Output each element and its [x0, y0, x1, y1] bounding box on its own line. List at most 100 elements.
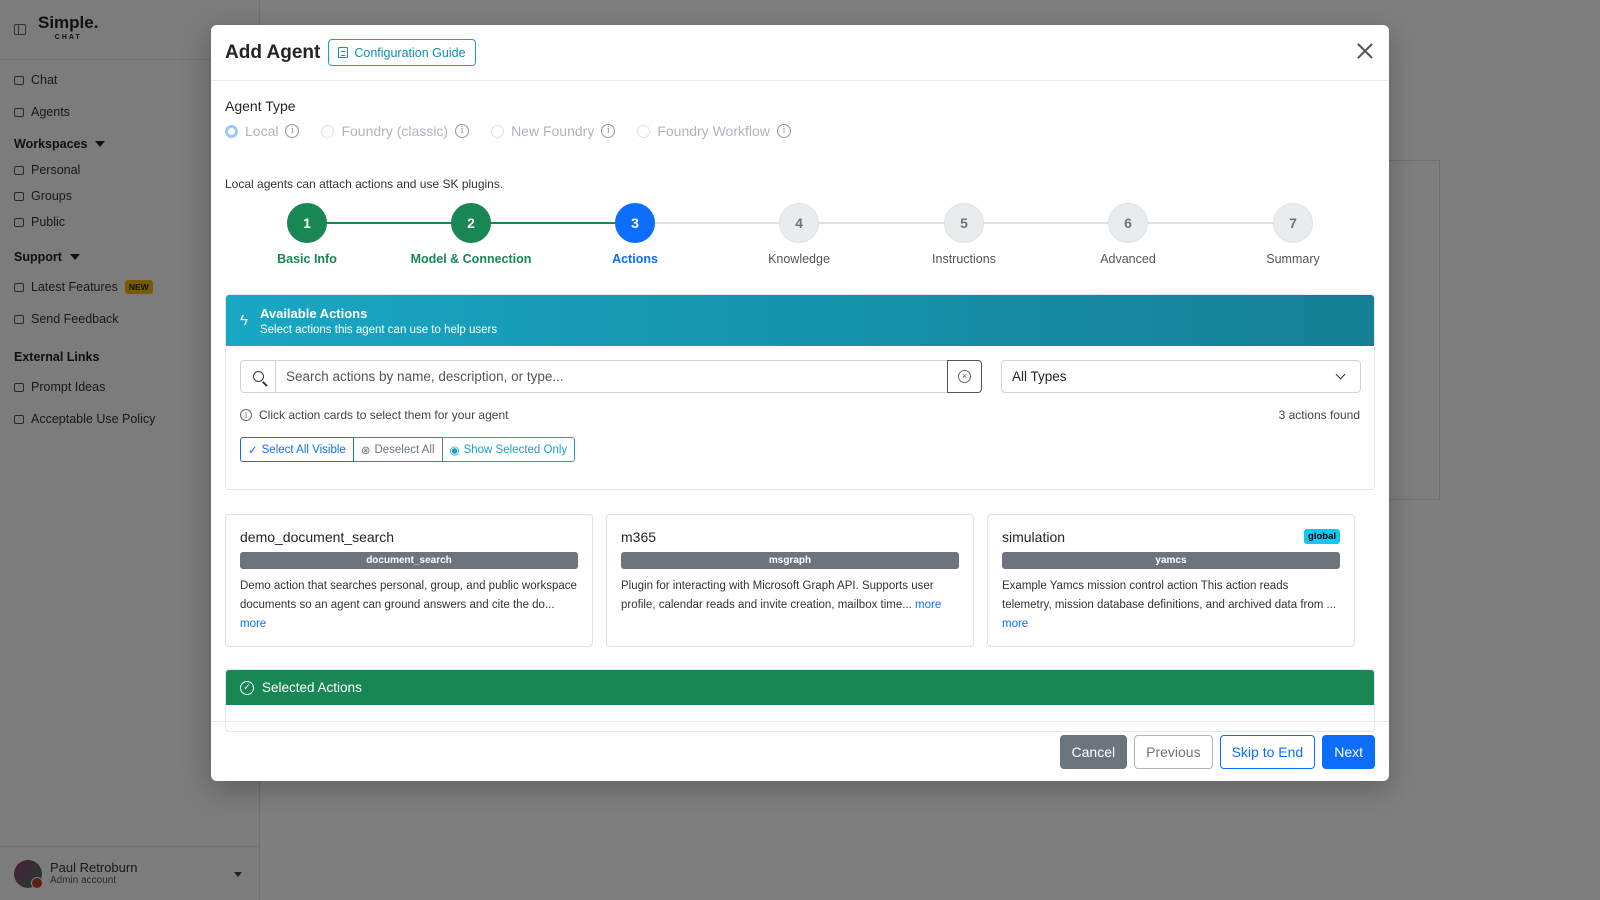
action-card-demo-document-search[interactable]: demo_document_search document_search Dem… — [225, 514, 593, 647]
document-icon — [338, 47, 349, 58]
step-actions[interactable]: 3 Actions — [565, 203, 705, 266]
button-label: Select All Visible — [261, 443, 346, 456]
action-name: demo_document_search — [240, 529, 395, 545]
step-label: Model & Connection — [410, 252, 532, 266]
step-number: 2 — [451, 203, 491, 243]
action-card-simulation[interactable]: global simulation yamcs Example Yamcs mi… — [987, 514, 1355, 647]
step-number: 5 — [944, 203, 984, 243]
radio-label: Foundry (classic) — [341, 123, 449, 139]
cancel-button[interactable]: Cancel — [1059, 734, 1128, 769]
agent-type-note: Local agents can attach actions and use … — [225, 177, 504, 191]
configuration-guide-button[interactable]: Configuration Guide — [328, 39, 476, 66]
info-icon: i — [240, 409, 252, 421]
search-icon — [252, 371, 264, 382]
step-number: 7 — [1273, 203, 1313, 243]
modal-header: Add Agent Configuration Guide — [211, 25, 1389, 81]
radio-foundry-workflow[interactable] — [637, 124, 651, 138]
action-description: Example Yamcs mission control action Thi… — [1002, 577, 1340, 634]
info-icon[interactable]: i — [455, 124, 470, 138]
available-actions-panel: ϟ Available Actions Select actions this … — [225, 294, 1375, 490]
add-agent-modal: Add Agent Configuration Guide Agent Type… — [211, 25, 1389, 781]
action-description: Demo action that searches personal, grou… — [240, 577, 578, 634]
clear-icon: × — [958, 370, 971, 383]
check-icon: ✓ — [248, 444, 258, 457]
check-circle-icon: ✓ — [240, 680, 254, 695]
search-group: × — [240, 360, 982, 393]
agent-type-foundry-classic[interactable]: Foundry (classic) i — [321, 123, 470, 139]
step-instructions[interactable]: 5 Instructions — [894, 203, 1034, 266]
available-actions-title: Available Actions — [259, 305, 368, 321]
action-name: m365 — [621, 529, 657, 545]
radio-label: Local — [245, 123, 279, 139]
eye-icon: ◉ — [449, 444, 460, 457]
step-label: Knowledge — [768, 252, 830, 266]
button-label: Show Selected Only — [463, 443, 568, 456]
available-actions-header: ϟ Available Actions Select actions this … — [226, 295, 1374, 346]
action-type-badge: msgraph — [621, 552, 959, 569]
action-type-badge: yamcs — [1002, 552, 1340, 569]
step-number: 4 — [779, 203, 819, 243]
hint-text: Click action cards to select them for yo… — [259, 408, 509, 422]
wizard-stepper: 1 Basic Info 2 Model & Connection 3 Actions… — [225, 203, 1375, 273]
step-knowledge[interactable]: 4 Knowledge — [729, 203, 869, 266]
more-link[interactable]: more — [1002, 618, 1028, 630]
action-type-badge: document_search — [240, 552, 578, 569]
next-button[interactable]: Next — [1322, 734, 1375, 769]
action-description: Plugin for interacting with Microsoft Gr… — [621, 577, 959, 615]
global-badge: global — [1304, 529, 1340, 544]
step-model-connection[interactable]: 2 Model & Connection — [401, 203, 541, 266]
previous-button[interactable]: Previous — [1134, 734, 1213, 769]
description-text: Example Yamcs mission control action Thi… — [1002, 580, 1337, 611]
select-all-visible-button[interactable]: ✓ Select All Visible — [240, 437, 354, 462]
more-link[interactable]: more — [915, 599, 941, 611]
radio-foundry-classic[interactable] — [321, 124, 335, 138]
step-advanced[interactable]: 6 Advanced — [1058, 203, 1198, 266]
step-basic-info[interactable]: 1 Basic Info — [237, 203, 377, 266]
step-label: Advanced — [1100, 252, 1156, 266]
button-label: Deselect All — [374, 443, 435, 456]
radio-label: New Foundry — [511, 123, 595, 139]
step-number: 3 — [615, 203, 655, 243]
action-card-m365[interactable]: m365 msgraph Plugin for interacting with… — [606, 514, 974, 647]
info-icon[interactable]: i — [776, 124, 791, 138]
agent-type-new-foundry[interactable]: New Foundry i — [491, 123, 616, 139]
step-label: Instructions — [932, 252, 996, 266]
step-summary[interactable]: 7 Summary — [1223, 203, 1363, 266]
step-label: Actions — [612, 252, 658, 266]
agent-type-foundry-workflow[interactable]: Foundry Workflow i — [637, 123, 791, 139]
show-selected-only-button[interactable]: ◉ Show Selected Only — [442, 437, 576, 462]
available-actions-subtitle: Select actions this agent can use to hel… — [259, 323, 498, 336]
modal-title: Add Agent — [225, 41, 321, 63]
search-icon-box — [240, 360, 276, 393]
modal-body: Agent Type Local i Foundry (classic) i New… — [211, 81, 1389, 732]
deselect-all-button[interactable]: ⊗ Deselect All — [353, 437, 443, 462]
more-link[interactable]: more — [240, 618, 266, 630]
step-number: 1 — [287, 203, 327, 243]
close-icon[interactable] — [1355, 41, 1375, 61]
actions-found-count: 3 actions found — [1278, 408, 1360, 422]
step-label: Summary — [1266, 252, 1320, 266]
lightning-icon: ϟ — [240, 312, 248, 329]
step-label: Basic Info — [277, 252, 337, 266]
info-icon[interactable]: i — [285, 124, 300, 138]
radio-label: Foundry Workflow — [657, 123, 770, 139]
selected-actions-title: Selected Actions — [262, 680, 362, 695]
radio-local[interactable] — [225, 124, 238, 138]
agent-type-local[interactable]: Local i — [225, 123, 300, 139]
type-filter-select[interactable]: All Types — [1001, 360, 1361, 393]
description-text: Demo action that searches personal, grou… — [240, 580, 577, 611]
action-name: simulation — [1002, 529, 1066, 545]
agent-type-radios: Local i Foundry (classic) i New Foundry i F… — [225, 123, 813, 139]
selection-hint: i Click action cards to select them for y… — [240, 408, 508, 422]
x-circle-icon: ⊗ — [360, 444, 371, 457]
action-search-input[interactable] — [276, 360, 947, 393]
chevron-down-icon — [1335, 369, 1346, 380]
info-icon[interactable]: i — [601, 124, 616, 138]
type-filter-value: All Types — [1012, 369, 1067, 384]
radio-new-foundry[interactable] — [491, 124, 505, 138]
selection-button-group: ✓ Select All Visible ⊗ Deselect All ◉ Show … — [240, 437, 576, 462]
description-text: Plugin for interacting with Microsoft Gr… — [621, 580, 934, 611]
modal-footer: Cancel Previous Skip to End Next — [211, 721, 1389, 781]
clear-search-button[interactable]: × — [947, 360, 982, 393]
skip-to-end-button[interactable]: Skip to End — [1219, 734, 1316, 769]
